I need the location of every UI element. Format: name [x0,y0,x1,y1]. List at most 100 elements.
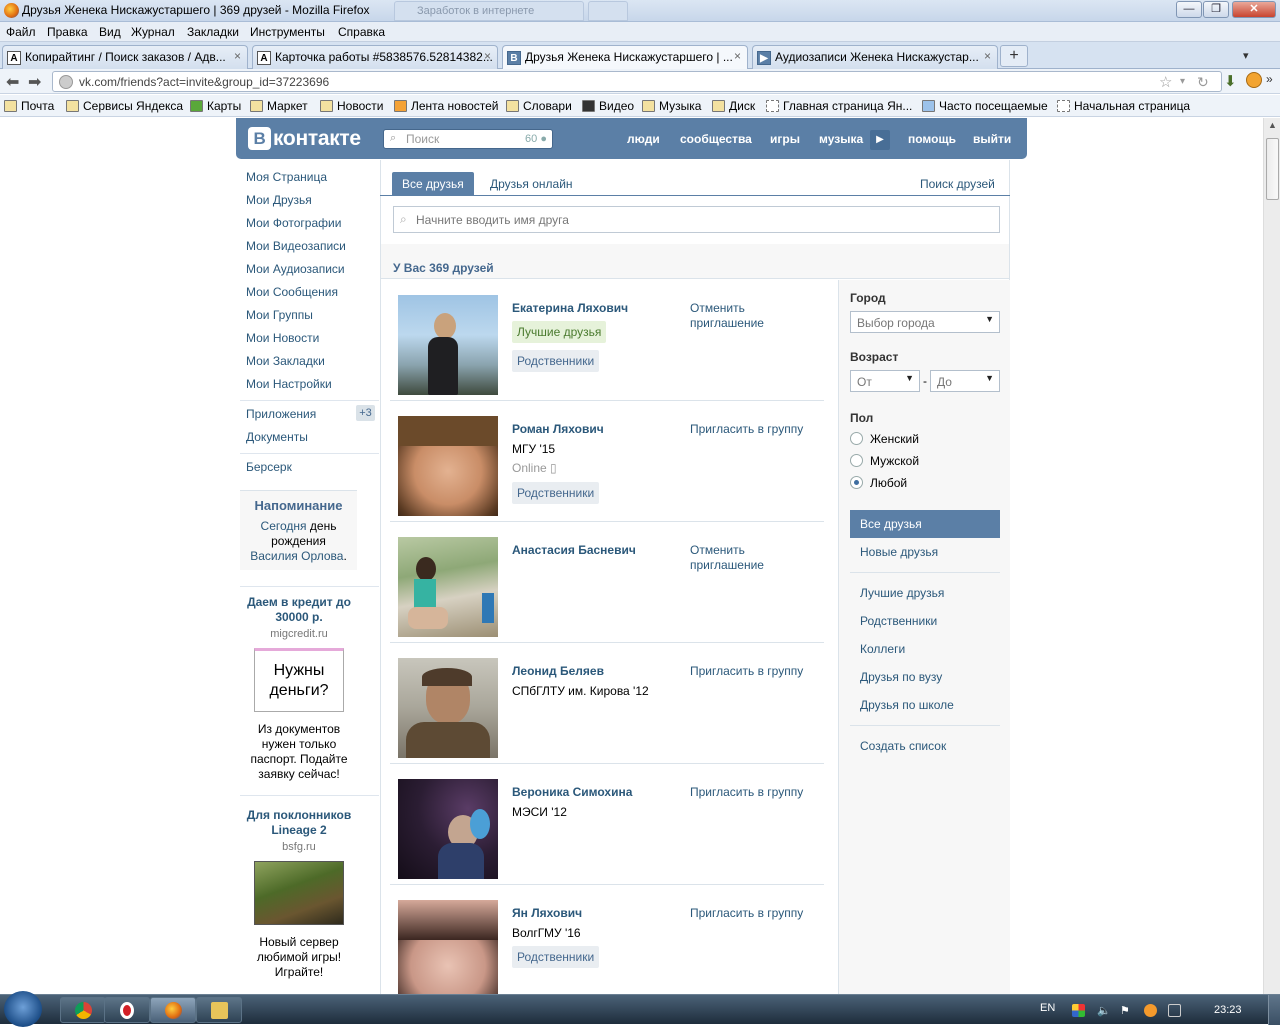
background-window-tab-2[interactable] [588,1,628,21]
ad-lineage[interactable]: Для поклонников Lineage 2 bsfg.ru Новый … [240,808,358,980]
tab-list-icon[interactable]: ▾ [1243,49,1249,62]
addon-icon[interactable] [1246,72,1262,88]
tab-audio[interactable]: ▶ Аудиозаписи Женека Нискажустар... × [752,45,998,69]
filter-university-friends[interactable]: Друзья по вузу [860,670,942,684]
ad-text[interactable]: Новый сервер любимой игры! Играйте! [240,935,358,980]
scrollbar-thumb[interactable] [1266,138,1279,200]
tab-close-icon[interactable]: × [484,49,491,63]
ad-image[interactable]: Нужны деньги? [254,648,344,712]
filter-all-friends[interactable]: Все друзья [850,510,1000,538]
taskbar-chrome[interactable] [60,997,106,1023]
age-from-select[interactable]: От ▼ [850,370,920,392]
invite-to-group-link[interactable]: Пригласить в группу [690,785,803,800]
left-menu-my-page[interactable]: Моя Страница [246,170,327,184]
tray-update-icon[interactable] [1144,1004,1157,1017]
nav-communities[interactable]: сообщества [680,132,752,146]
ad-text[interactable]: Из документов нужен только паспорт. Пода… [240,722,358,782]
bookmark-mail[interactable]: Почта [4,99,54,113]
ad-site[interactable]: bsfg.ru [240,841,358,853]
filter-relatives[interactable]: Родственники [860,614,937,628]
tab-friends-online[interactable]: Друзья онлайн [480,172,583,196]
action-center-flag-icon[interactable]: ⚑ [1120,1004,1133,1017]
url-bar[interactable]: vk.com/friends?act=invite&group_id=37223… [52,71,1222,92]
radio-female[interactable]: Женский [850,432,919,446]
download-icon[interactable]: ⬇ [1224,72,1237,90]
tab-friends[interactable]: B Друзья Женека Нискажустаршего | ... × [502,45,748,70]
left-menu-my-friends[interactable]: Мои Друзья [246,193,312,207]
bookmark-most-visited[interactable]: Часто посещаемые [922,99,1048,113]
tag-best-friends[interactable]: Лучшие друзья [512,321,607,343]
tab-work-card[interactable]: A Карточка работы #5838576.52814382... × [252,45,498,69]
filter-colleagues[interactable]: Коллеги [860,642,905,656]
bookmark-yandex-services[interactable]: Сервисы Яндекса [66,99,183,113]
left-menu-my-news[interactable]: Мои Новости [246,331,319,345]
tab-copywriting[interactable]: A Копирайтинг / Поиск заказов / Адв... × [2,45,248,69]
nav-games[interactable]: игры [770,132,800,146]
apps-badge[interactable]: +3 [356,405,375,421]
friend-name[interactable]: Анастасия Басневич [512,543,636,557]
taskbar-explorer[interactable] [196,997,242,1023]
friend-avatar[interactable] [398,295,498,395]
site-identity-icon[interactable] [59,75,73,89]
tag-relatives[interactable]: Родственники [512,350,600,372]
taskbar-firefox[interactable] [150,997,196,1023]
left-menu-documents[interactable]: Документы [246,430,308,444]
bookmark-music[interactable]: Музыка [642,99,701,113]
reload-icon[interactable]: ↻ [1197,74,1209,91]
bookmark-yandex-home[interactable]: Главная страница Ян... [766,99,912,113]
invite-to-group-link[interactable]: Пригласить в группу [690,664,803,679]
start-button[interactable] [4,991,42,1027]
back-arrow-icon[interactable]: ⬅ [6,72,19,92]
filter-new-friends[interactable]: Новые друзья [860,545,938,559]
clock[interactable]: 23:23 [1214,1004,1242,1016]
bookmark-disk[interactable]: Диск [712,99,755,113]
menu-file[interactable]: Файл [6,25,36,39]
scroll-up-icon[interactable]: ▲ [1266,120,1279,134]
friend-avatar[interactable] [398,658,498,758]
nav-help[interactable]: помощь [908,132,956,146]
filter-school-friends[interactable]: Друзья по школе [860,698,954,712]
new-tab-button[interactable]: + [1000,45,1028,67]
ad-site[interactable]: migcredit.ru [240,628,358,640]
left-menu-my-settings[interactable]: Мои Настройки [246,377,332,391]
friend-name[interactable]: Леонид Беляев [512,664,604,678]
menu-tools[interactable]: Инструменты [250,25,325,39]
play-icon[interactable]: ▶ [870,130,890,150]
cancel-invite-link[interactable]: Отменить приглашение [690,543,790,573]
friend-name[interactable]: Ян Ляхович [512,906,582,920]
cancel-invite-link[interactable]: Отменить приглашение [690,301,790,331]
left-menu-my-audio[interactable]: Мои Аудиозаписи [246,262,345,276]
invite-to-group-link[interactable]: Пригласить в группу [690,906,803,921]
left-menu-my-photos[interactable]: Мои Фотографии [246,216,341,230]
left-menu-berserk[interactable]: Берсерк [246,460,292,474]
menu-history[interactable]: Журнал [131,25,175,39]
network-icon[interactable] [1168,1004,1181,1017]
left-menu-apps[interactable]: Приложения [246,407,316,421]
menu-edit[interactable]: Правка [47,25,88,39]
left-menu-my-bookmarks[interactable]: Мои Закладки [246,354,325,368]
tag-relatives[interactable]: Родственники [512,946,600,968]
vk-logo[interactable]: Вконтакте [248,127,361,151]
bookmark-start-page[interactable]: Начальная страница [1057,99,1190,113]
friend-avatar[interactable] [398,537,498,637]
friend-name[interactable]: Екатерина Ляхович [512,301,628,315]
radio-male[interactable]: Мужской [850,454,919,468]
bookmark-market[interactable]: Маркет [250,99,308,113]
language-indicator[interactable]: EN [1040,1002,1055,1014]
tab-close-icon[interactable]: × [734,49,741,63]
bookmark-video[interactable]: Видео [582,99,634,113]
tab-close-icon[interactable]: × [984,49,991,63]
bookmark-news[interactable]: Новости [320,99,383,113]
minimize-button[interactable]: — [1176,1,1202,18]
bookmark-maps[interactable]: Карты [190,99,241,113]
radio-any[interactable]: Любой [850,476,907,490]
tray-app-icon[interactable] [1072,1004,1085,1017]
ad-title[interactable]: Для поклонников Lineage 2 [240,808,358,838]
friend-avatar[interactable] [398,779,498,879]
friend-avatar[interactable] [398,416,498,516]
tab-close-icon[interactable]: × [234,49,241,63]
vk-search-input[interactable]: ⌕ Поиск 60 ● [383,129,553,149]
background-window-tab[interactable]: Заработок в интернете [394,1,584,21]
menu-help[interactable]: Справка [338,25,385,39]
left-menu-my-messages[interactable]: Мои Сообщения [246,285,338,299]
